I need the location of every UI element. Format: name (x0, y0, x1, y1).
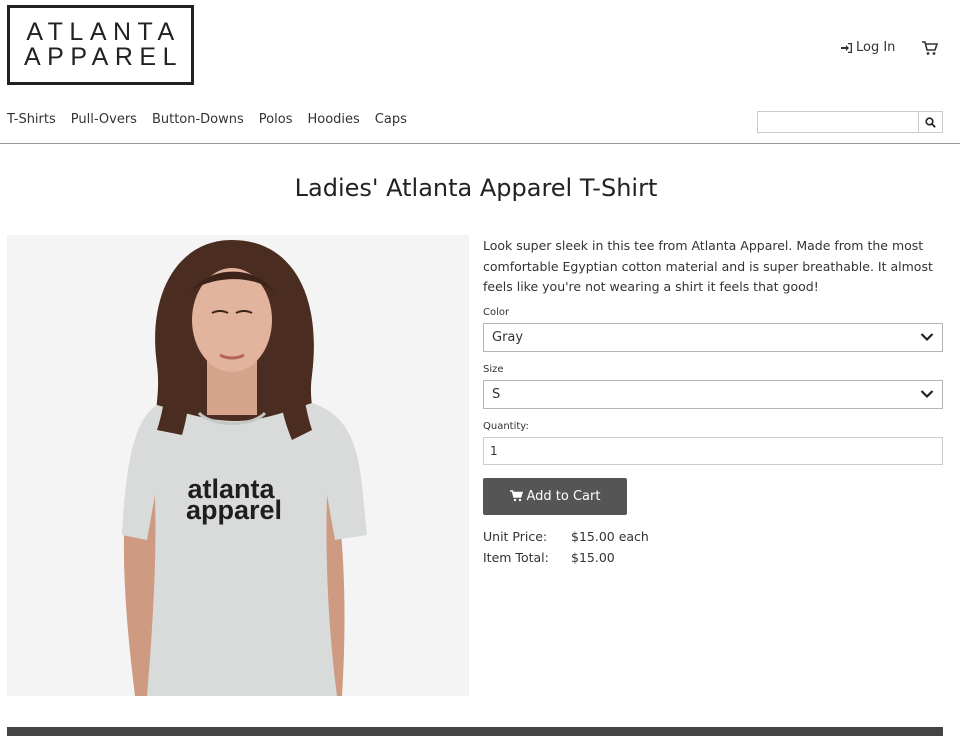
brand-logo-line1: ATLANTA (26, 18, 181, 46)
brand-logo[interactable]: ATLANTA APPAREL (7, 5, 194, 85)
product-description: Look super sleek in this tee from Atlant… (483, 238, 933, 294)
page-title: Ladies' Atlanta Apparel T-Shirt (294, 174, 658, 202)
nav-item-polos[interactable]: Polos (259, 112, 293, 127)
shopping-cart-icon (509, 490, 523, 502)
product-image-illustration: atlanta apparel (7, 235, 469, 696)
unit-price-value: $15.00 each (571, 528, 649, 544)
login-label: Log In (856, 40, 896, 55)
login-link[interactable]: Log In (841, 40, 895, 55)
item-total-value: $15.00 (571, 549, 615, 565)
shirt-print-line2: apparel (186, 495, 282, 525)
product-details: Look super sleek in this tee from Atlant… (483, 236, 943, 568)
search-input[interactable] (758, 112, 918, 132)
nav-item-pull-overs[interactable]: Pull-Overs (71, 112, 137, 127)
chevron-down-icon (920, 390, 934, 399)
brand-logo-line2: APPAREL (24, 43, 183, 71)
chevron-down-icon (920, 333, 934, 342)
add-to-cart-button[interactable]: Add to Cart (483, 477, 627, 515)
nav-item-button-downs[interactable]: Button-Downs (152, 112, 244, 127)
add-to-cart-label: Add to Cart (526, 488, 601, 504)
size-select[interactable]: S (483, 379, 943, 409)
nav-item-caps[interactable]: Caps (375, 112, 407, 127)
search-icon (925, 116, 936, 128)
size-label: Size (483, 363, 504, 375)
unit-price-row: Unit Price: $15.00 each (483, 526, 943, 547)
color-label: Color (483, 306, 510, 318)
category-nav: T-Shirts Pull-Overs Button-Downs Polos H… (7, 112, 422, 127)
header-divider (0, 143, 960, 144)
quantity-value: 1 (490, 443, 498, 458)
footer-bar (7, 727, 943, 736)
item-total-label: Item Total: (483, 549, 549, 565)
item-total-row: Item Total: $15.00 (483, 547, 943, 568)
shopping-cart-icon[interactable] (921, 39, 939, 57)
color-select[interactable]: Gray (483, 322, 943, 352)
search-box (757, 111, 943, 133)
color-select-value: Gray (492, 329, 524, 345)
nav-item-t-shirts[interactable]: T-Shirts (7, 112, 56, 127)
sign-in-icon (841, 42, 852, 53)
size-select-value: S (492, 386, 501, 402)
quantity-label: Quantity: (483, 420, 529, 432)
product-image: atlanta apparel (7, 235, 469, 696)
search-button[interactable] (918, 112, 942, 132)
nav-item-hoodies[interactable]: Hoodies (307, 112, 359, 127)
unit-price-label: Unit Price: (483, 528, 548, 544)
quantity-input[interactable]: 1 (483, 436, 943, 465)
